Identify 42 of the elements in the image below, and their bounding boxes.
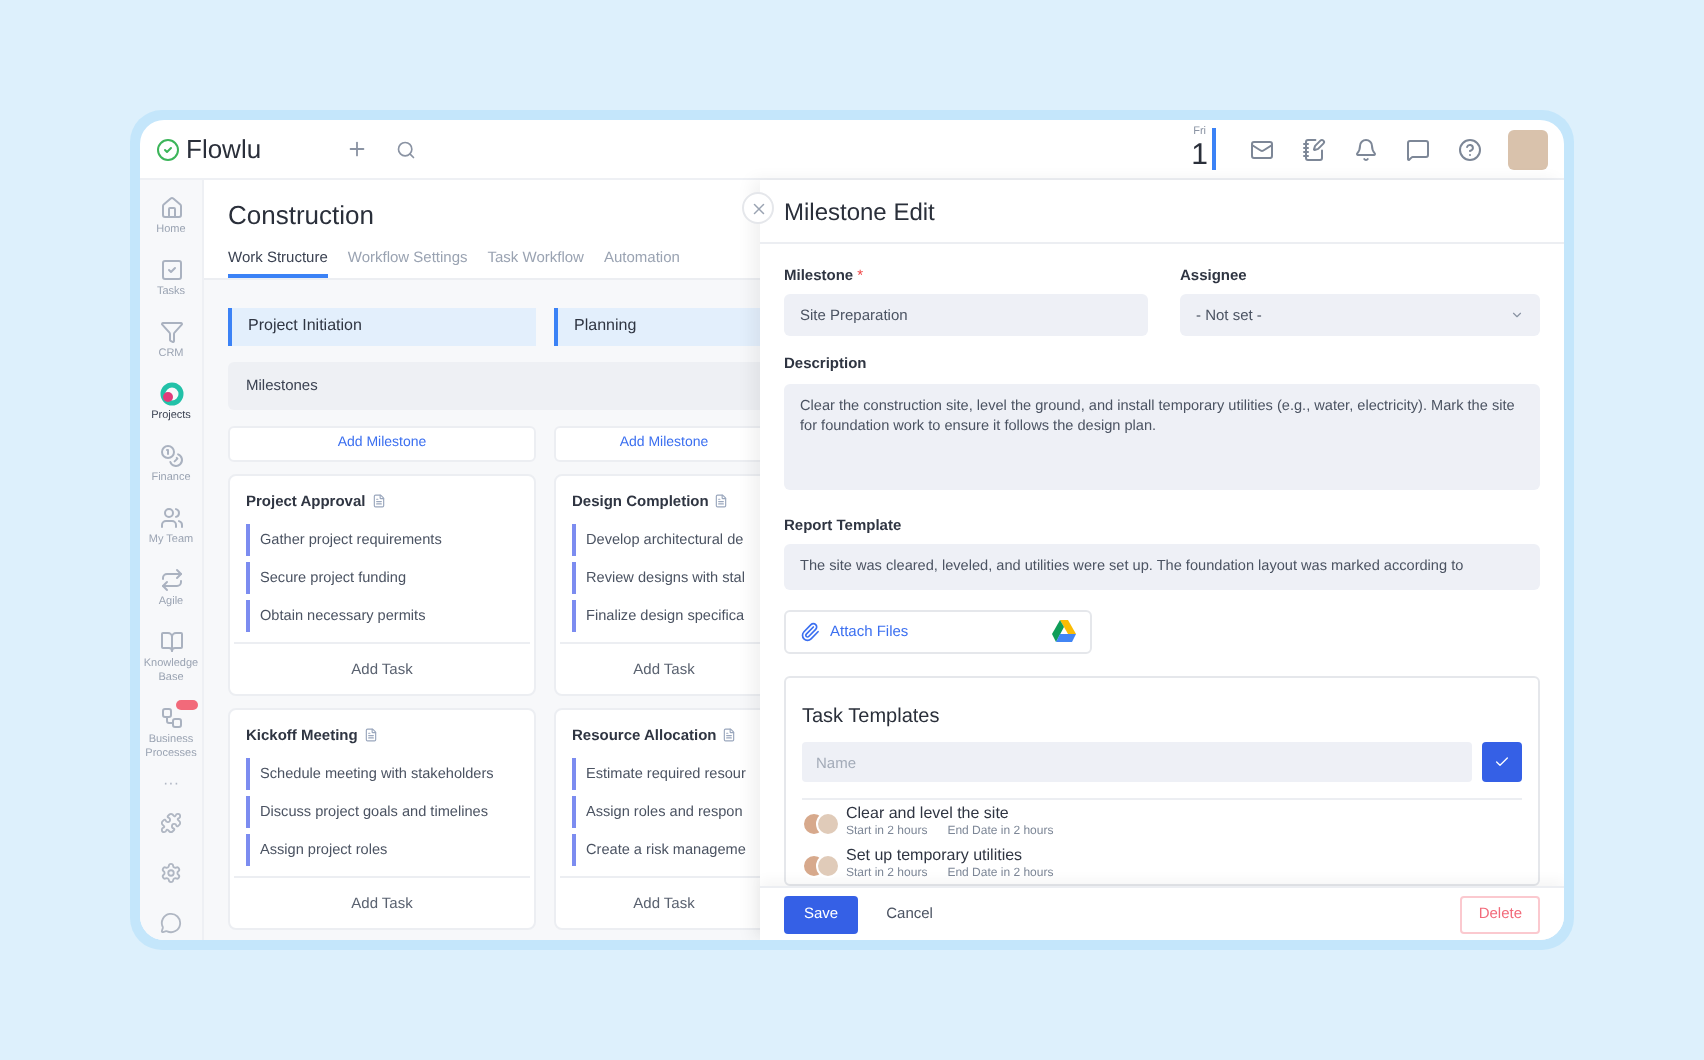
book-icon: [159, 630, 183, 654]
avatar-pair: [802, 811, 842, 835]
section-title: Task Templates: [802, 704, 942, 732]
avatar[interactable]: [1508, 129, 1548, 169]
stage-header: Project Initiation: [228, 307, 536, 346]
document-icon: [722, 728, 737, 743]
avatar-pair: [802, 853, 842, 877]
chat-icon[interactable]: [1406, 137, 1430, 161]
project-title: Construction: [228, 198, 376, 234]
confirm-button[interactable]: [1482, 742, 1522, 782]
chat-bubble-icon[interactable]: [160, 912, 182, 934]
stage-header: Planning: [554, 307, 760, 346]
search-icon[interactable]: [395, 139, 416, 159]
date-number: 1: [1191, 139, 1208, 170]
puzzle-icon[interactable]: [160, 812, 182, 834]
template-title[interactable]: Set up temporary utilities: [846, 846, 1054, 866]
help-icon[interactable]: [1458, 137, 1482, 161]
close-button[interactable]: [742, 192, 774, 224]
coins-icon: [159, 444, 183, 468]
funnel-icon: [159, 320, 183, 344]
people-icon: [159, 506, 183, 530]
close-icon: [749, 199, 767, 217]
check-icon: [1494, 754, 1510, 770]
bell-icon[interactable]: [1354, 137, 1378, 161]
document-icon: [371, 493, 386, 508]
mail-icon[interactable]: [1250, 137, 1274, 161]
document-icon: [714, 493, 729, 508]
paperclip-icon: [800, 621, 820, 642]
chevron-down-icon: [1510, 308, 1524, 323]
logo-text: Flowlu: [186, 131, 262, 168]
checkbox-icon: [159, 258, 183, 282]
notepad-icon[interactable]: [1302, 137, 1326, 161]
tricolor-triangle-icon: [1052, 620, 1076, 643]
flow-icon: [159, 706, 183, 730]
colorful-ring-icon: [159, 382, 183, 406]
document-icon: [363, 728, 378, 743]
check-logo-icon: [156, 137, 180, 161]
template-title[interactable]: Clear and level the site: [846, 804, 1054, 824]
add-icon[interactable]: [345, 138, 368, 160]
loop-icon: [159, 568, 183, 592]
home-icon: [159, 196, 183, 220]
gear-icon[interactable]: [160, 862, 182, 884]
